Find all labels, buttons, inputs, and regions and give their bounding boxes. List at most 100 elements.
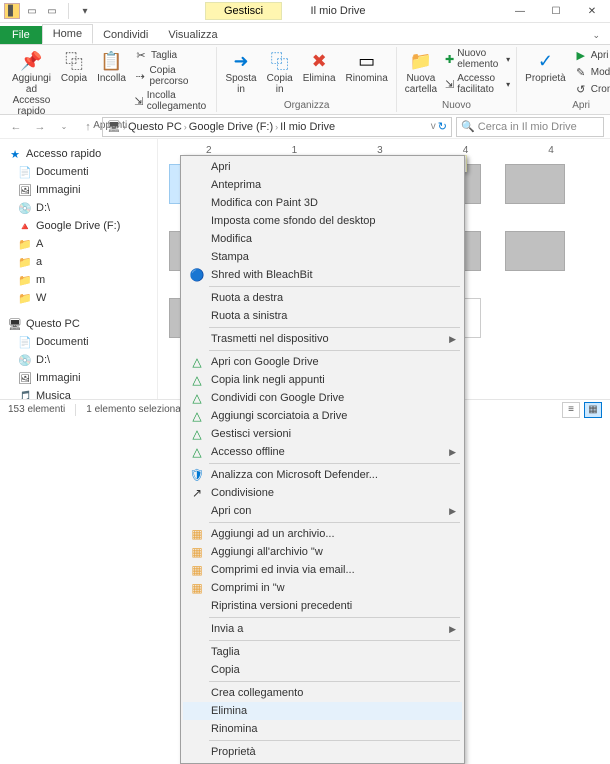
context-item[interactable]: Apri [183,158,462,176]
rename-button[interactable]: ▭Rinomina [342,47,392,86]
nav-pane[interactable]: ★Accesso rapido 📄Documenti 🖼Immagini 💿D:… [0,139,158,399]
context-item[interactable]: Ruota a sinistra [183,307,462,325]
qat-dropdown-icon[interactable]: ▾ [77,3,93,19]
thumbs-view-button[interactable]: ▦ [584,402,602,418]
context-item[interactable]: ▦Comprimi in "w [183,579,462,597]
nav-folder-a2[interactable]: 📁a [4,253,153,271]
cut-button[interactable]: ✂Taglia [132,47,212,63]
group-organize: ➜Sposta in ⿻Copia in ✖Elimina ▭Rinomina … [217,47,396,112]
context-item-label: Condividi con Google Drive [211,392,344,404]
context-item[interactable]: △Gestisci versioni [183,425,462,443]
context-item[interactable]: △Accesso offline▶ [183,443,462,461]
nav-documents[interactable]: 📄Documenti [4,163,153,181]
nav-images-2[interactable]: 🖼Immagini [4,369,153,387]
search-input[interactable]: 🔍 Cerca in Il mio Drive [456,117,604,137]
copy-to-button[interactable]: ⿻Copia in [263,47,297,97]
properties-button[interactable]: ✓Proprietà [521,47,570,86]
context-item-label: Trasmetti nel dispositivo [211,333,329,345]
context-item-icon: 🔵 [189,267,205,283]
tab-view[interactable]: Visualizza [158,26,227,44]
nav-music[interactable]: 🎵Musica [4,387,153,399]
details-view-button[interactable]: ≡ [562,402,580,418]
file-item[interactable] [502,231,568,284]
nav-google-drive[interactable]: 🔺Google Drive (F:) [4,217,153,235]
context-item[interactable]: Ruota a destra [183,289,462,307]
crumb-part[interactable]: Google Drive (F:) [189,121,273,133]
context-item[interactable]: Ripristina versioni precedenti [183,597,462,615]
nav-folder-A[interactable]: 📁A [4,235,153,253]
copy-button[interactable]: ⿻Copia [57,47,91,86]
tab-home[interactable]: Home [42,24,93,44]
context-menu[interactable]: ApriAnteprimaModifica con Paint 3DImpost… [180,155,465,764]
refresh-dd[interactable]: v [431,121,436,132]
pic-icon: 🖼 [18,371,32,385]
nav-images[interactable]: 🖼Immagini [4,181,153,199]
file-item[interactable] [502,164,568,217]
history-button[interactable]: ↺Cronologia [572,81,610,97]
move-to-button[interactable]: ➜Sposta in [221,47,260,97]
up-button[interactable]: ↑ [78,117,98,137]
nav-d-drive-2[interactable]: 💿D:\ [4,351,153,369]
context-item[interactable]: ▦Aggiungi ad un archivio... [183,525,462,543]
context-item[interactable]: Trasmetti nel dispositivo▶ [183,330,462,348]
ribbon-expand-button[interactable]: ⌄ [582,27,610,44]
pin-button[interactable]: 📌Aggiungi ad Accesso rapido [8,47,55,119]
context-item[interactable]: Imposta come sfondo del desktop [183,212,462,230]
qat-props-icon[interactable]: ▭ [24,3,40,19]
context-item[interactable]: Copia [183,661,462,679]
minimize-button[interactable]: — [502,0,538,23]
context-item[interactable]: 🛡Analizza con Microsoft Defender... [183,466,462,484]
context-item[interactable]: Modifica con Paint 3D [183,194,462,212]
context-item[interactable]: ↗Condivisione [183,484,462,502]
nav-this-pc[interactable]: 🖥Questo PC [4,315,153,333]
context-item[interactable]: Anteprima [183,176,462,194]
copy-path-button[interactable]: ⇢Copia percorso [132,64,212,88]
context-separator [209,463,460,464]
context-item[interactable]: ▦Comprimi ed invia via email... [183,561,462,579]
crumb-part[interactable]: Questo PC [128,121,182,133]
context-item-label: Invia a [211,623,243,635]
paste-button[interactable]: 📋Incolla [93,47,130,86]
maximize-button[interactable]: ☐ [538,0,574,23]
qat-new-icon[interactable]: ▭ [44,3,60,19]
nav-d-drive[interactable]: 💿D:\ [4,199,153,217]
breadcrumb[interactable]: 🖥 › Questo PC › Google Drive (F:) › Il m… [102,117,452,137]
nav-documents-2[interactable]: 📄Documenti [4,333,153,351]
nav-folder-W[interactable]: 📁W [4,289,153,307]
back-button[interactable]: ← [6,117,26,137]
refresh-button[interactable]: ↻ [438,120,447,133]
context-item-label: Copia link negli appunti [211,374,325,386]
context-item[interactable]: △Copia link negli appunti [183,371,462,389]
context-item[interactable]: Invia a▶ [183,620,462,638]
crumb-part[interactable]: Il mio Drive [280,121,335,133]
star-icon: ★ [8,147,22,161]
new-folder-button[interactable]: 📁Nuova cartella [401,47,441,97]
context-item[interactable]: △Aggiungi scorciatoia a Drive [183,407,462,425]
easy-access-button[interactable]: ⇲Accesso facilitato▾ [443,72,512,96]
context-item[interactable]: ▦Aggiungi all'archivio "w [183,543,462,561]
nav-folder-m[interactable]: 📁m [4,271,153,289]
tab-share[interactable]: Condividi [93,26,158,44]
context-item[interactable]: Apri con▶ [183,502,462,520]
new-item-button[interactable]: ✚Nuovo elemento▾ [443,47,512,71]
recent-dropdown[interactable]: ⌄ [54,117,74,137]
context-item[interactable]: Elimina [183,702,462,720]
forward-button[interactable]: → [30,117,50,137]
nav-quick-access[interactable]: ★Accesso rapido [4,145,153,163]
context-item[interactable]: Rinomina [183,720,462,738]
tab-file[interactable]: File [0,26,42,44]
context-item[interactable]: Crea collegamento [183,684,462,702]
context-item-label: Taglia [211,646,240,658]
delete-button[interactable]: ✖Elimina [299,47,340,86]
context-item[interactable]: 🔵Shred with BleachBit [183,266,462,284]
open-button[interactable]: ▶Apri▾ [572,47,610,63]
context-item[interactable]: △Apri con Google Drive [183,353,462,371]
context-item[interactable]: Modifica [183,230,462,248]
context-item[interactable]: Proprietà [183,743,462,761]
close-button[interactable]: ✕ [574,0,610,23]
paste-shortcut-button[interactable]: ⇲Incolla collegamento [132,89,212,113]
edit-button[interactable]: ✎Modifica [572,64,610,80]
context-item[interactable]: Stampa [183,248,462,266]
context-item[interactable]: Taglia [183,643,462,661]
context-item[interactable]: △Condividi con Google Drive [183,389,462,407]
